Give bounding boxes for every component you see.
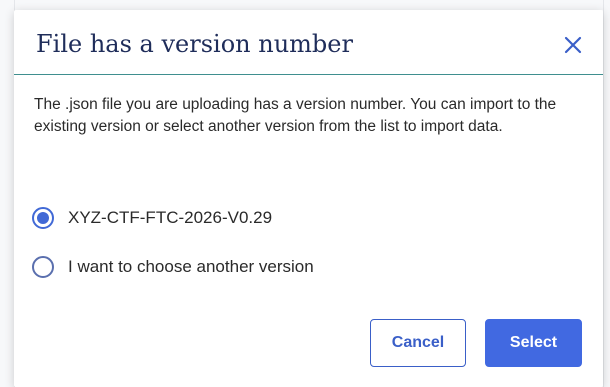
radio-selected[interactable] xyxy=(32,207,54,229)
dialog-message: The .json file you are uploading has a v… xyxy=(34,96,557,135)
backdrop-left-edge xyxy=(0,0,15,387)
page: File has a version number The .json file… xyxy=(0,0,610,387)
backdrop-right-edge xyxy=(603,0,610,387)
dialog-header: File has a version number xyxy=(14,10,603,75)
select-button[interactable]: Select xyxy=(485,319,582,367)
version-option-other[interactable]: I want to choose another version xyxy=(32,256,314,278)
cancel-button[interactable]: Cancel xyxy=(370,319,466,367)
radio-unselected[interactable] xyxy=(32,256,54,278)
option-label: XYZ-CTF-FTC-2026-V0.29 xyxy=(68,208,273,227)
close-button[interactable] xyxy=(562,34,584,56)
version-option-current[interactable]: XYZ-CTF-FTC-2026-V0.29 xyxy=(32,207,272,229)
version-dialog: File has a version number The .json file… xyxy=(14,10,603,387)
dialog-body: The .json file you are uploading has a v… xyxy=(34,94,584,138)
dialog-title: File has a version number xyxy=(36,30,353,58)
close-icon xyxy=(564,36,582,54)
option-label: I want to choose another version xyxy=(68,257,314,276)
backdrop xyxy=(0,0,610,10)
